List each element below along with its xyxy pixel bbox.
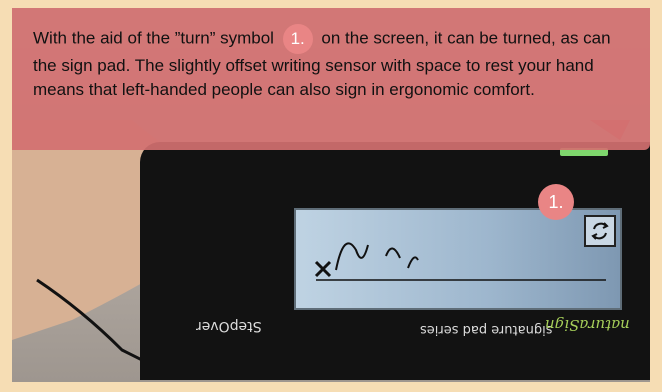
callout-text: With the aid of the ”turn” symbol 1. on … [33, 24, 628, 102]
series-label: signature pad series [420, 322, 553, 337]
callout-tail [590, 120, 630, 140]
logo-label: naturaSign [545, 316, 630, 334]
brand-label: StepOver [196, 318, 262, 334]
callout-text-before: With the aid of the ”turn” symbol [33, 28, 274, 48]
signature-stroke [314, 242, 606, 281]
callout-number-marker: 1. [282, 24, 313, 54]
screen-number-marker: 1. [538, 184, 574, 220]
signature-screen[interactable] [294, 208, 622, 310]
turn-icon[interactable] [584, 215, 616, 247]
